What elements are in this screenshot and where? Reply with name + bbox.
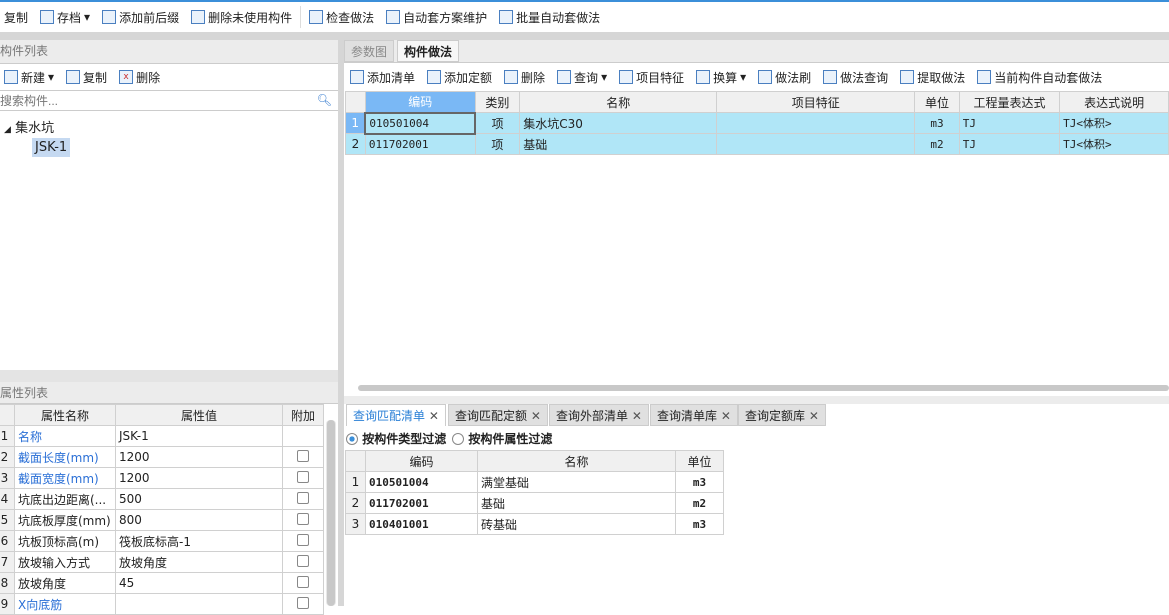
convert-icon [696,70,711,84]
attach-checkbox[interactable] [297,533,309,546]
query-button[interactable]: 查询 ▾ [553,65,611,89]
table-row[interactable]: 8 放坡角度 45 [0,572,324,594]
table-row[interactable]: 5 坑底板厚度(mm) 800 [0,509,324,531]
table-row[interactable]: 3 截面宽度(mm) 1200 [0,467,324,489]
query-icon [557,70,572,84]
table-row[interactable]: 2 截面长度(mm) 1200 [0,446,324,468]
item-feature-icon [619,70,634,84]
add-prefix-suffix-icon [102,10,117,24]
property-table: 属性名称 属性值 附加 1 名称 JSK-1 2 截面长度(mm) 1200 3 截面宽度(mm)… [0,404,324,615]
filter-by-property-radio[interactable]: 按构件属性过滤 [452,430,552,447]
splitter[interactable] [338,32,344,606]
method-actions: 添加清单 添加定额 删除 查询 ▾ 项目特征 换算 ▾ 做法刷 做法查询 提取做法 当前构件自动套… [346,64,1106,90]
close-icon[interactable]: ✕ [429,409,439,423]
batch-auto-method-icon [499,10,514,24]
extract-method-icon [900,70,915,84]
delete-button[interactable]: x 删除 [115,65,164,89]
convert-button[interactable]: 换算 ▾ [692,65,750,89]
new-button[interactable]: 新建 ▾ [0,65,58,89]
component-list-title: 构件列表 [0,40,338,64]
component-actions: 新建 ▾ 复制 x 删除 [0,64,338,90]
check-method-button[interactable]: 检查做法 [305,5,378,29]
component-search-input[interactable] [0,91,310,110]
add-list-button[interactable]: 添加清单 [346,65,419,89]
delete-icon [504,70,519,84]
method-brush-button[interactable]: 做法刷 [754,65,815,89]
tree-node-parent[interactable]: ◢ 集水坑 [4,117,54,136]
close-icon[interactable]: ✕ [809,409,819,423]
batch-auto-method-button[interactable]: 批量自动套做法 [495,5,604,29]
extract-method-button[interactable]: 提取做法 [896,65,969,89]
method-query-icon [823,70,838,84]
check-method-icon [309,10,324,24]
attach-checkbox[interactable] [297,554,309,567]
table-row[interactable]: 2 011702001 基础 m2 [345,492,724,514]
table-row[interactable]: 2 011702001 项基础 m2 TJ TJ<体积> [345,133,1169,155]
main-toolbar: 复制 存档 ▾ 添加前后缀 删除未使用构件 检查做法 自动套方案维护 批量自动套做法 [0,0,1169,32]
table-row[interactable]: 6 坑板顶标高(m) 筏板底标高-1 [0,530,324,552]
item-feature-button[interactable]: 项目特征 [615,65,688,89]
auto-scheme-icon [386,10,401,24]
tree-node-jsk1[interactable]: JSK-1 [32,138,71,157]
attach-checkbox[interactable] [297,491,309,504]
table-row[interactable]: 4 坑底出边距离(... 500 [0,488,324,510]
bottom-tab[interactable]: 查询清单库 ✕ [650,404,738,426]
match-list-table: 编码 名称 单位 1 010501004 满堂基础 m3 2 011702001 基础 m2 3 01… [345,450,724,535]
bottom-tab[interactable]: 查询外部清单 ✕ [549,404,649,426]
copy-icon [66,70,81,84]
filter-options: 按构件类型过滤 按构件属性过滤 [346,430,552,447]
close-icon[interactable]: ✕ [632,409,642,423]
divider [0,32,1169,40]
add-quota-button[interactable]: 添加定额 [423,65,496,89]
copy-button[interactable]: 复制 [62,65,111,89]
table-row[interactable]: 1 010501004 满堂基础 m3 [345,471,724,493]
add-quota-icon [427,70,442,84]
method-brush-icon [758,70,773,84]
horizontal-scrollbar[interactable] [358,385,1169,391]
close-icon[interactable]: ✕ [721,409,731,423]
method-query-button[interactable]: 做法查询 [819,65,892,89]
separator [300,6,302,28]
attach-checkbox[interactable] [297,596,309,609]
delete-button[interactable]: 删除 [500,65,549,89]
auto-apply-current-button[interactable]: 当前构件自动套做法 [973,65,1106,89]
table-row[interactable]: 1 名称 JSK-1 [0,425,324,447]
filter-by-type-radio[interactable]: 按构件类型过滤 [346,430,446,447]
copy-button[interactable]: 复制 [0,5,32,29]
collapse-icon: ◢ [4,125,11,135]
table-row[interactable]: 1 010501004 项集水坑C30 m3 TJ TJ<体积> [345,111,1169,135]
delete-unused-icon [191,10,206,24]
bottom-tab[interactable]: 查询匹配定额 ✕ [448,404,548,426]
delete-unused-button[interactable]: 删除未使用构件 [187,5,296,29]
attach-checkbox[interactable] [297,470,309,483]
method-grid: 编码 类别 名称 项目特征 单位 工程量表达式 表达式说明 1 010501004 项集水坑C3… [345,91,1169,155]
close-icon[interactable]: ✕ [531,409,541,423]
attach-checkbox[interactable] [297,449,309,462]
divider [0,370,338,382]
auto-apply-current-icon [977,70,992,84]
attach-checkbox[interactable] [297,512,309,525]
table-row[interactable]: 9 X向底筋 [0,593,324,615]
search-icon[interactable]: 🔍︎ [317,93,332,107]
new-icon [4,70,18,84]
property-scrollbar[interactable] [326,420,336,606]
delete-icon: x [119,70,134,84]
add-prefix-suffix-button[interactable]: 添加前后缀 [98,5,183,29]
add-list-icon [350,70,364,84]
bottom-tab[interactable]: 查询匹配清单 ✕ [346,404,446,426]
archive-icon [40,10,55,24]
table-row[interactable]: 7 放坡输入方式 放坡角度 [0,551,324,573]
attach-checkbox[interactable] [297,575,309,588]
tab-component-method[interactable]: 构件做法 [397,40,460,62]
table-row[interactable]: 3 010401001 砖基础 m3 [345,513,724,535]
archive-button[interactable]: 存档 ▾ [36,5,94,29]
bottom-tab[interactable]: 查询定额库 ✕ [738,404,826,426]
auto-scheme-button[interactable]: 自动套方案维护 [382,5,491,29]
tab-parameter-diagram[interactable]: 参数图 [344,40,395,62]
property-list-title: 属性列表 [0,382,338,404]
